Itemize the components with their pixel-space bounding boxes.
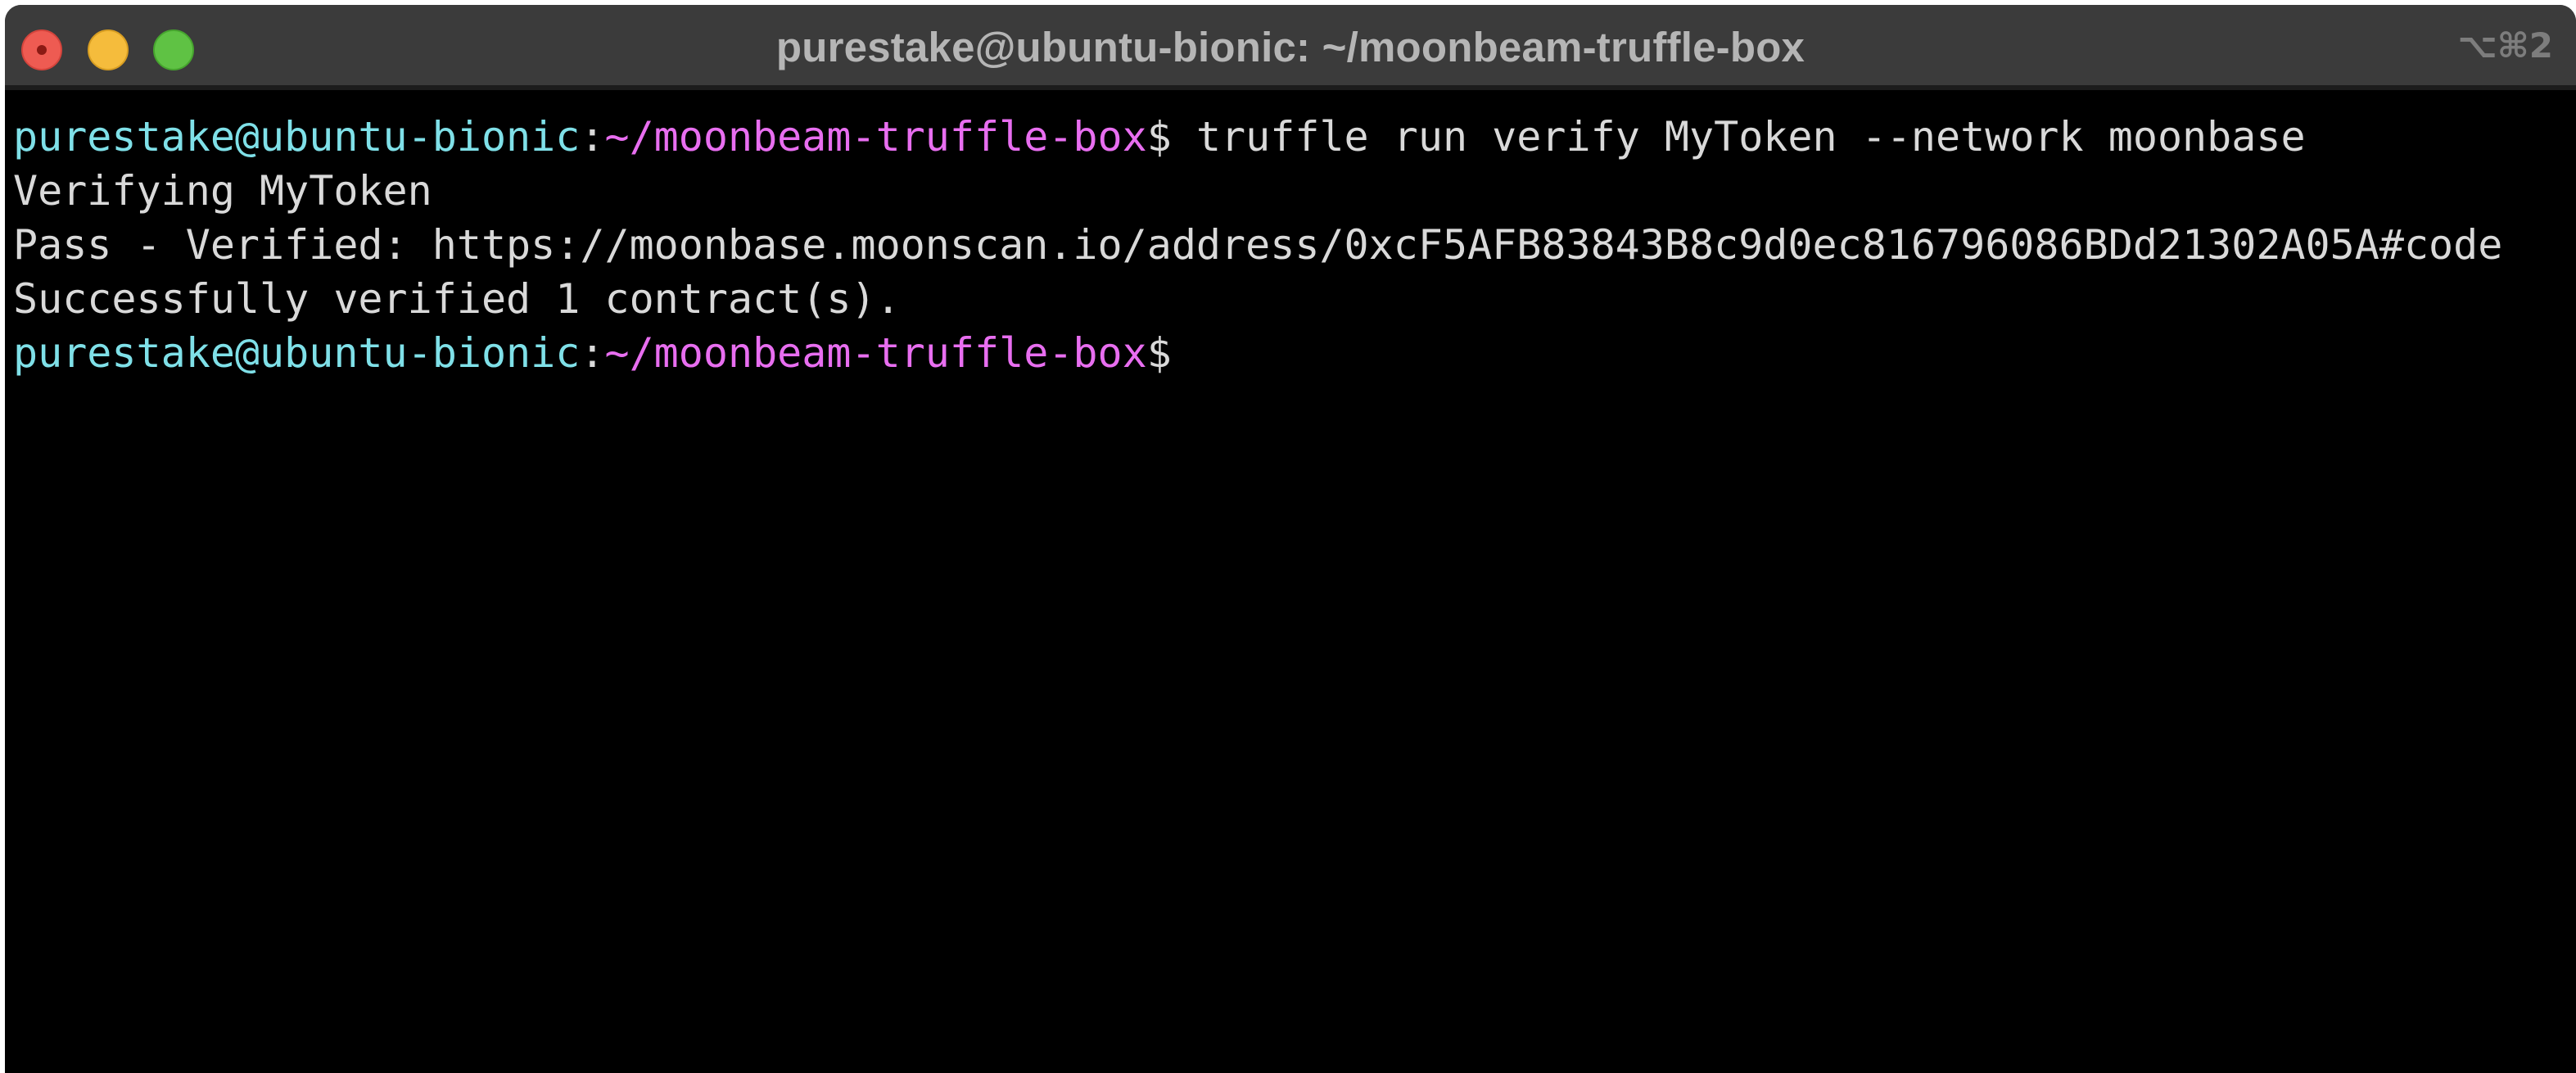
prompt-symbol: $ <box>1146 113 1172 161</box>
command-text: truffle run verify MyToken --network moo… <box>1171 113 2306 161</box>
prompt-path: ~/moonbeam-truffle-box <box>604 113 1147 161</box>
window-title: purestake@ubuntu-bionic: ~/moonbeam-truf… <box>775 24 1805 70</box>
current-prompt-line[interactable]: purestake@ubuntu-bionic:~/moonbeam-truff… <box>13 326 2576 380</box>
prompt-separator: : <box>580 329 605 377</box>
terminal-window: purestake@ubuntu-bionic: ~/moonbeam-truf… <box>5 5 2576 1073</box>
output-line: Successfully verified 1 contract(s). <box>13 275 901 323</box>
prompt-user: purestake@ubuntu-bionic <box>13 329 581 377</box>
prompt-separator: : <box>580 113 605 161</box>
title-bar[interactable]: purestake@ubuntu-bionic: ~/moonbeam-truf… <box>5 5 2576 90</box>
terminal-output[interactable]: purestake@ubuntu-bionic:~/moonbeam-truff… <box>13 110 2576 380</box>
prompt-symbol: $ <box>1146 329 1172 377</box>
output-line: Pass - Verified: https://moonbase.moonsc… <box>13 221 2503 269</box>
prompt-path: ~/moonbeam-truffle-box <box>604 329 1147 377</box>
prompt-user: purestake@ubuntu-bionic <box>13 113 581 161</box>
window-shortcut-label: ⌥⌘2 <box>2457 25 2553 66</box>
output-line: Verifying MyToken <box>13 167 432 215</box>
command-line: purestake@ubuntu-bionic:~/moonbeam-truff… <box>13 110 2576 164</box>
